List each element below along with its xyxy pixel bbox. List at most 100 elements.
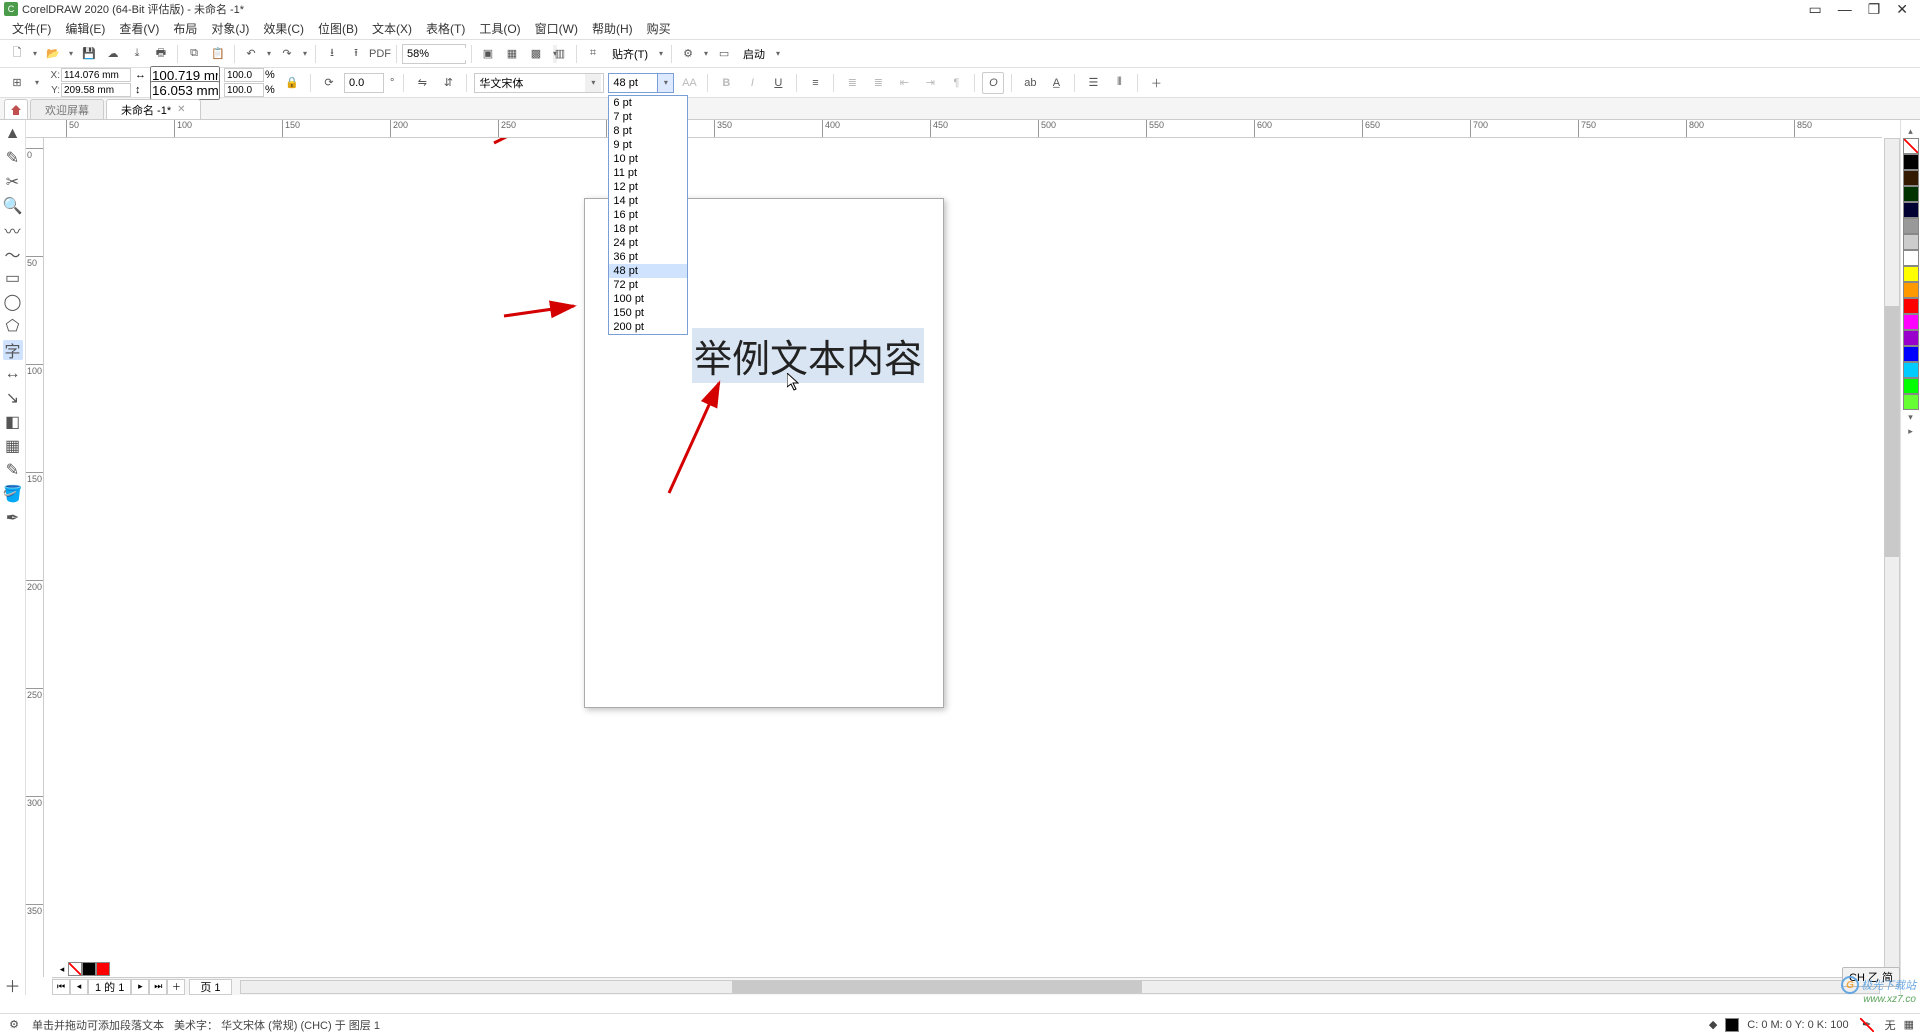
menu-edit[interactable]: 编辑(E): [59, 18, 111, 39]
new-icon[interactable]: 🗋: [6, 43, 28, 65]
horizontal-scrollbar[interactable]: [240, 980, 1880, 994]
open-icon[interactable]: 📂: [42, 43, 64, 65]
color-swatch[interactable]: [1903, 282, 1919, 298]
lock-ratio-icon[interactable]: 🔒: [281, 72, 303, 94]
tab-close-icon[interactable]: ✕: [177, 104, 185, 115]
freehand-tool-icon[interactable]: 〰: [3, 220, 23, 240]
zoom-combo[interactable]: ▾: [402, 44, 466, 64]
font-size-option[interactable]: 24 pt: [609, 236, 687, 250]
grid3-icon[interactable]: ▥: [549, 43, 571, 65]
cloud-down-icon[interactable]: ⤓: [126, 43, 148, 65]
no-fill-swatch[interactable]: [68, 962, 82, 976]
options-icon[interactable]: ⚙: [677, 43, 699, 65]
color-swatch[interactable]: [1903, 394, 1919, 410]
undo-icon[interactable]: ↶: [240, 43, 262, 65]
color-swatch[interactable]: [1903, 362, 1919, 378]
first-page-icon[interactable]: ⏮: [52, 979, 70, 995]
font-size-option[interactable]: 6 pt: [609, 96, 687, 110]
open-dropdown[interactable]: ▾: [66, 44, 76, 64]
zoom-tool-icon[interactable]: 🔍: [3, 196, 23, 216]
menu-window[interactable]: 窗口(W): [529, 18, 584, 39]
import-icon[interactable]: ⭳: [321, 43, 343, 65]
h-scroll-thumb[interactable]: [732, 981, 1142, 993]
menu-effects[interactable]: 效果(C): [257, 18, 310, 39]
grid2-icon[interactable]: ▩: [525, 43, 547, 65]
fill-swatch[interactable]: [1725, 1018, 1739, 1032]
polygon-tool-icon[interactable]: ⬠: [3, 316, 23, 336]
underline-icon[interactable]: U: [767, 72, 789, 94]
text-tool-icon[interactable]: 字: [3, 340, 23, 360]
add-page-icon[interactable]: ＋: [167, 979, 185, 995]
save-icon[interactable]: 💾: [78, 43, 100, 65]
tab-document[interactable]: 未命名 -1*✕: [106, 99, 201, 119]
menu-table[interactable]: 表格(T): [420, 18, 471, 39]
presets-icon[interactable]: ⊞: [6, 72, 28, 94]
next-page-icon[interactable]: ▸: [131, 979, 149, 995]
font-size-option[interactable]: 18 pt: [609, 222, 687, 236]
bold-icon[interactable]: B: [715, 72, 737, 94]
font-size-option[interactable]: 100 pt: [609, 292, 687, 306]
color-swatch[interactable]: [1903, 202, 1919, 218]
v-scroll-thumb[interactable]: [1885, 306, 1899, 557]
color-swatch[interactable]: [1903, 234, 1919, 250]
font-size-option[interactable]: 150 pt: [609, 306, 687, 320]
new-dropdown[interactable]: ▾: [30, 44, 40, 64]
font-size-option[interactable]: 7 pt: [609, 110, 687, 124]
menu-view[interactable]: 查看(V): [113, 18, 165, 39]
artistic-media-icon[interactable]: 〜: [3, 244, 23, 264]
font-size-input[interactable]: [609, 77, 657, 89]
menu-buy[interactable]: 购买: [641, 18, 677, 39]
swatch-black[interactable]: [82, 962, 96, 976]
vertical-scrollbar[interactable]: [1884, 138, 1900, 977]
scale-x-input[interactable]: [224, 68, 264, 82]
font-size-option[interactable]: 11 pt: [609, 166, 687, 180]
vertical-ruler[interactable]: 050100150200250300350: [26, 138, 44, 977]
home-tab[interactable]: [4, 99, 28, 119]
fullscreen-icon[interactable]: ▣: [477, 43, 499, 65]
menu-text[interactable]: 文本(X): [366, 18, 418, 39]
color-swatch[interactable]: [1903, 186, 1919, 202]
status-extra-icon[interactable]: ▦: [1904, 1018, 1914, 1031]
parallel-dim-icon[interactable]: ↔: [3, 364, 23, 384]
font-size-option[interactable]: 8 pt: [609, 124, 687, 138]
prev-page-icon[interactable]: ◂: [70, 979, 88, 995]
snap-dropdown[interactable]: ▾: [656, 44, 666, 64]
grid1-icon[interactable]: ▦: [501, 43, 523, 65]
copy-icon[interactable]: ⧉: [183, 43, 205, 65]
launch-icon[interactable]: ▭: [713, 43, 735, 65]
font-size-option[interactable]: 36 pt: [609, 250, 687, 264]
last-page-icon[interactable]: ⏭: [149, 979, 167, 995]
font-size-option[interactable]: 9 pt: [609, 138, 687, 152]
color-swatch[interactable]: [1903, 154, 1919, 170]
export-icon[interactable]: ⭱: [345, 43, 367, 65]
x-input[interactable]: [61, 68, 131, 82]
palette-down-arrow-icon[interactable]: ▾: [1908, 410, 1913, 424]
redo-icon[interactable]: ↷: [276, 43, 298, 65]
font-size-option[interactable]: 72 pt: [609, 278, 687, 292]
y-input[interactable]: [61, 83, 131, 97]
presets-dropdown[interactable]: ▾: [32, 73, 42, 93]
minimize-icon[interactable]: —: [1838, 1, 1852, 18]
font-size-option[interactable]: 200 pt: [609, 320, 687, 334]
mirror-v-icon[interactable]: ⇵: [437, 72, 459, 94]
palette-more-icon[interactable]: ▸: [1908, 424, 1913, 438]
snap-icon[interactable]: ⌗: [582, 43, 604, 65]
text-direction-icon[interactable]: ab: [1019, 72, 1041, 94]
ellipse-tool-icon[interactable]: ◯: [3, 292, 23, 312]
undo-dropdown[interactable]: ▾: [264, 44, 274, 64]
height-input[interactable]: [150, 81, 220, 100]
menu-layout[interactable]: 布局: [167, 18, 203, 39]
mirror-h-icon[interactable]: ⇋: [411, 72, 433, 94]
pick-tool-icon[interactable]: ▲: [3, 124, 23, 144]
rotate-icon[interactable]: ⟳: [318, 72, 340, 94]
font-size-option[interactable]: 14 pt: [609, 194, 687, 208]
color-swatch[interactable]: [1903, 314, 1919, 330]
menu-object[interactable]: 对象(J): [205, 18, 255, 39]
font-size-dropdown[interactable]: 6 pt7 pt8 pt9 pt10 pt11 pt12 pt14 pt16 p…: [608, 95, 688, 335]
horizontal-ruler[interactable]: 5010015020025030035040045050055060065070…: [26, 120, 1882, 138]
launch-dropdown[interactable]: ▾: [773, 44, 783, 64]
color-swatch[interactable]: [1903, 170, 1919, 186]
menu-bitmap[interactable]: 位图(B): [312, 18, 364, 39]
page-tab-1[interactable]: 页 1: [189, 979, 231, 995]
eyedropper-icon[interactable]: ✎: [3, 460, 23, 480]
